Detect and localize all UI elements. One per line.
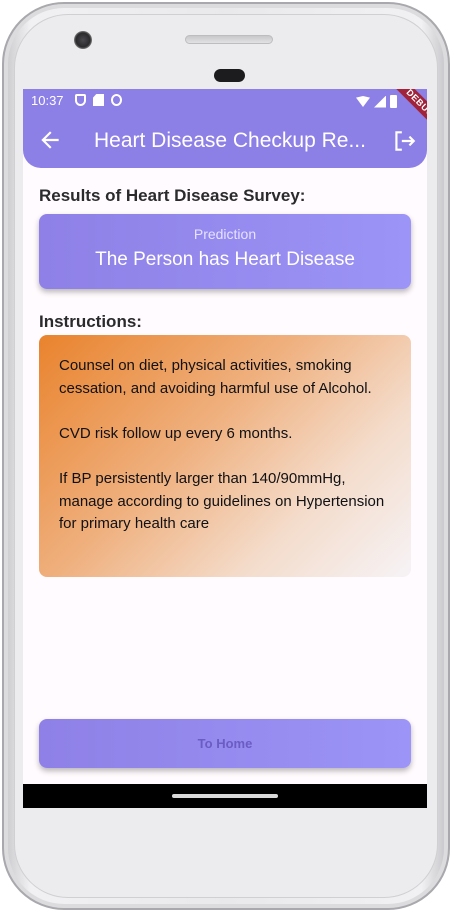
back-button[interactable] [37,127,63,153]
circle-icon [111,94,122,106]
proximity-sensor [214,69,245,82]
instructions-heading: Instructions: [39,312,142,331]
prediction-label: Prediction [193,226,257,242]
logout-button[interactable] [391,128,417,154]
prediction-value: The Person has Heart Disease [95,249,355,270]
sd-card-icon [93,94,104,106]
page-title: Heart Disease Checkup Re... [94,129,366,152]
prediction-card: Prediction The Person has Heart Disease [39,214,411,289]
arrow-back-icon [41,131,59,149]
battery-icon [390,95,397,108]
results-heading: Results of Heart Disease Survey: [39,186,306,205]
shield-icon [75,94,86,106]
earpiece-speaker [185,35,273,44]
app-screen: 10:37 DEBUG Heart Disease Checkup Re... [23,89,427,808]
system-icons [356,95,397,108]
to-home-button[interactable]: To Home [39,719,411,768]
home-gesture-handle[interactable] [172,794,278,798]
front-camera [74,31,92,49]
status-time: 10:37 [31,93,64,108]
instruction-paragraph: Counsel on diet, physical activities, sm… [59,357,372,397]
notification-icons [75,94,122,106]
instruction-paragraph: If BP persistently larger than 140/90mmH… [59,469,385,533]
instructions-card: Counsel on diet, physical activities, sm… [39,335,411,577]
status-bar: 10:37 [23,89,427,113]
signal-icon [374,95,386,108]
logout-icon [395,131,416,151]
system-nav-bar [23,784,427,808]
wifi-icon [356,96,370,107]
app-bar: 10:37 DEBUG Heart Disease Checkup Re... [23,89,427,168]
instruction-paragraph: CVD risk follow up every 6 months. [59,424,293,442]
